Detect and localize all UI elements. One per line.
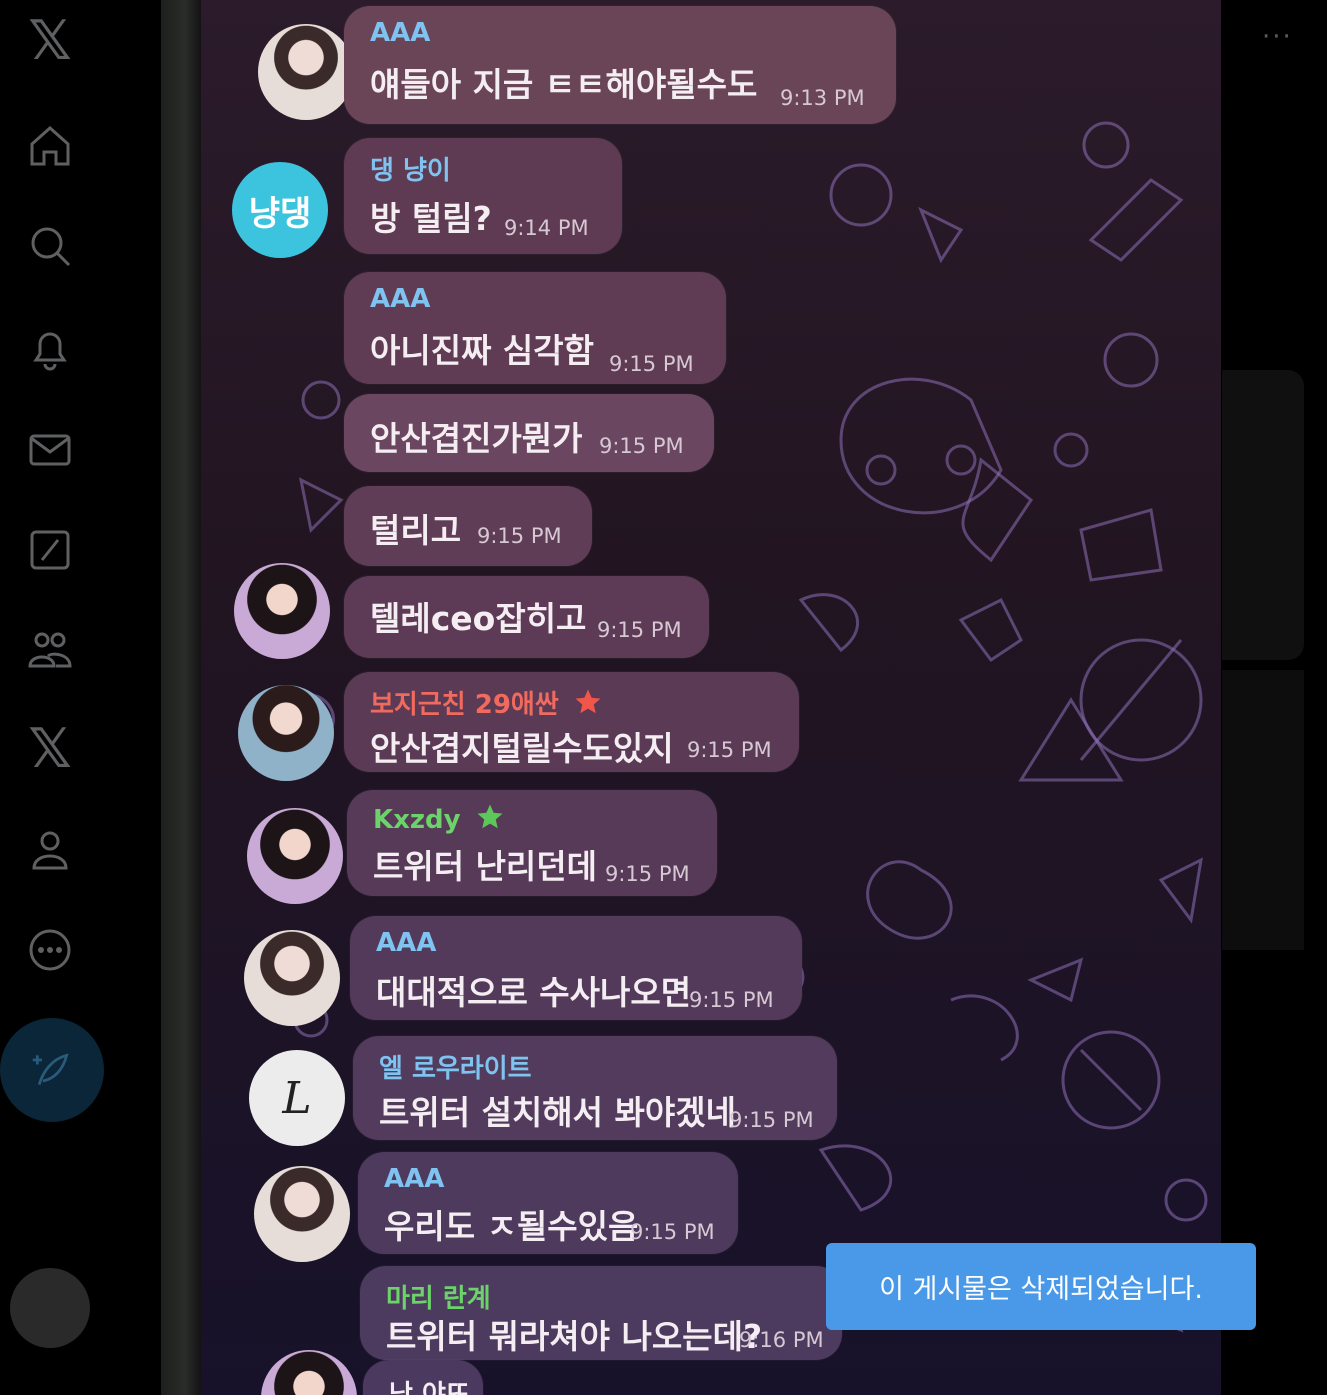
- profile-person-icon[interactable]: [22, 822, 78, 878]
- message-time: 9:15 PM: [729, 1108, 814, 1132]
- message-time: 9:15 PM: [687, 738, 772, 762]
- message-time: 9:16 PM: [739, 1328, 824, 1352]
- message-bubble[interactable]: 엘 로우라이트 트위터 설치해서 봐야겠네 9:15 PM: [353, 1036, 837, 1140]
- more-options-icon[interactable]: ···: [1262, 22, 1293, 52]
- message-bubble[interactable]: 낫 야뜨: [363, 1360, 483, 1395]
- sender-avatar[interactable]: 냥댕: [232, 162, 328, 258]
- message-time: 9:15 PM: [597, 618, 682, 642]
- deleted-post-toast: 이 게시물은 삭제되었습니다.: [826, 1243, 1256, 1330]
- sender-avatar[interactable]: [258, 24, 354, 120]
- sender-name: 보지근친 29애싼: [370, 684, 603, 721]
- sender-avatar[interactable]: [247, 808, 343, 904]
- message-text: 대대적으로 수사나오면: [376, 973, 692, 1012]
- sender-name: AAA: [384, 1164, 445, 1194]
- x-logo-icon[interactable]: 𝕏: [22, 9, 78, 72]
- sender-name: AAA: [376, 928, 437, 958]
- message-bubble[interactable]: AAA 얘들아 지금 ㅌㅌ해야될수도 9:13 PM: [344, 6, 896, 124]
- right-sidebar-panel: [1222, 370, 1304, 660]
- sender-name: AAA: [370, 18, 431, 48]
- sender-avatar[interactable]: [238, 685, 334, 781]
- message-time: 9:14 PM: [504, 216, 589, 240]
- sender-name: 댕 냥이: [370, 156, 451, 186]
- sender-avatar[interactable]: [254, 1166, 350, 1262]
- star-badge-icon: [575, 689, 601, 714]
- message-text: 안산겹진가뭔가: [370, 419, 583, 458]
- toast-text: 이 게시물은 삭제되었습니다.: [879, 1274, 1203, 1305]
- compose-post-button[interactable]: [0, 1018, 104, 1122]
- message-bubble[interactable]: 보지근친 29애싼 안산겹지털릴수도있지 9:15 PM: [344, 672, 799, 772]
- sender-name: 낫 야뜨: [389, 1380, 470, 1395]
- message-text: 아니진짜 심각함: [370, 331, 595, 370]
- message-text: 얘들아 지금 ㅌㅌ해야될수도: [370, 65, 758, 104]
- message-text: 우리도 ㅈ될수있음: [384, 1207, 639, 1246]
- sender-avatar[interactable]: [234, 563, 330, 659]
- message-bubble[interactable]: AAA 대대적으로 수사나오면 9:15 PM: [350, 916, 802, 1020]
- message-text: 트위터 설치해서 봐야겠네: [379, 1093, 736, 1132]
- messages-envelope-icon[interactable]: [22, 422, 78, 478]
- more-circle-icon[interactable]: [22, 922, 78, 978]
- post-image[interactable]: AAA 얘들아 지금 ㅌㅌ해야될수도 9:13 PM 냥댕 댕 냥이 방 털림?…: [161, 0, 1221, 1395]
- message-bubble[interactable]: 텔레ceo잡히고 9:15 PM: [344, 576, 709, 658]
- message-bubble[interactable]: Kxzdy 트위터 난리던데 9:15 PM: [347, 790, 717, 896]
- compose-feather-icon: [32, 1053, 69, 1086]
- message-text: 방 털림?: [370, 199, 492, 238]
- account-avatar[interactable]: [10, 1268, 90, 1348]
- message-time: 9:15 PM: [689, 988, 774, 1012]
- message-text: 텔레ceo잡히고: [370, 599, 587, 638]
- message-bubble[interactable]: 안산겹진가뭔가 9:15 PM: [344, 394, 714, 472]
- message-text: 안산겹지털릴수도있지: [370, 729, 674, 768]
- message-bubble[interactable]: 털리고 9:15 PM: [344, 486, 592, 566]
- message-bubble[interactable]: 댕 냥이 방 털림? 9:14 PM: [344, 138, 622, 254]
- grok-slash-icon[interactable]: [22, 522, 78, 578]
- right-sidebar-panel-2: [1222, 670, 1304, 950]
- premium-x-icon[interactable]: 𝕏: [22, 717, 78, 780]
- star-badge-icon: [477, 804, 503, 829]
- message-bubble[interactable]: AAA 아니진짜 심각함 9:15 PM: [344, 272, 726, 384]
- sender-name: Kxzdy: [373, 802, 505, 835]
- sender-name: 엘 로우라이트: [379, 1054, 532, 1084]
- x-sidebar: 𝕏 𝕏: [0, 0, 161, 1395]
- avatar-letter: L: [282, 1072, 312, 1124]
- search-icon[interactable]: [22, 218, 78, 274]
- phone-edge: [161, 0, 201, 1395]
- sender-avatar[interactable]: [244, 930, 340, 1026]
- message-time: 9:15 PM: [477, 524, 562, 548]
- sender-avatar[interactable]: L: [249, 1050, 345, 1146]
- message-bubble[interactable]: 마리 란계 트위터 뭐라쳐야 나오는데? 9:16 PM: [360, 1266, 842, 1360]
- message-text: 털리고: [370, 511, 462, 550]
- communities-people-icon[interactable]: [22, 622, 78, 678]
- avatar-initials: 냥댕: [248, 193, 312, 234]
- message-time: 9:15 PM: [599, 434, 684, 458]
- notifications-bell-icon[interactable]: [22, 320, 78, 376]
- message-bubble[interactable]: AAA 우리도 ㅈ될수있음 9:15 PM: [358, 1152, 738, 1254]
- sender-name: AAA: [370, 284, 431, 314]
- home-icon[interactable]: [22, 118, 78, 174]
- message-time: 9:13 PM: [780, 86, 865, 110]
- message-text: 트위터 뭐라쳐야 나오는데?: [386, 1317, 763, 1356]
- message-text: 트위터 난리던데: [373, 847, 598, 886]
- message-time: 9:15 PM: [630, 1220, 715, 1244]
- message-time: 9:15 PM: [605, 862, 690, 886]
- message-time: 9:15 PM: [609, 352, 694, 376]
